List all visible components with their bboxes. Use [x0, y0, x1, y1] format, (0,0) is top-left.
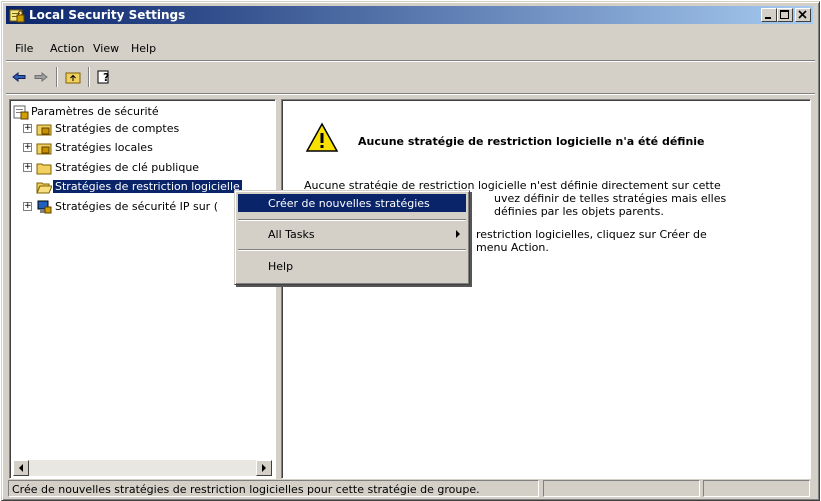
help-button[interactable]: ?: [94, 67, 116, 87]
svg-text:?: ?: [103, 71, 109, 84]
folder-lock-icon: [36, 124, 52, 136]
maximize-icon: [780, 10, 789, 19]
arrow-left-icon: [19, 464, 23, 472]
tree-label: Stratégies de comptes: [55, 122, 180, 135]
context-separator: [238, 219, 466, 221]
security-settings-icon: [9, 9, 25, 23]
back-button[interactable]: [8, 67, 30, 87]
content-pane: Aucune stratégie de restriction logiciel…: [281, 99, 811, 479]
context-item-help[interactable]: Help: [238, 257, 466, 275]
menu-action[interactable]: Action: [50, 42, 84, 55]
status-text: Crée de nouvelles stratégies de restrict…: [12, 483, 480, 496]
forward-arrow-icon: [34, 71, 48, 83]
expand-icon[interactable]: +: [23, 124, 32, 133]
toolbar-separator: [56, 67, 58, 87]
context-item-create-policies[interactable]: Créer de nouvelles stratégies: [238, 194, 466, 212]
forward-button[interactable]: [30, 67, 52, 87]
network-security-icon: [37, 200, 52, 214]
tree-label: Stratégies de restriction logicielle: [53, 180, 242, 193]
expand-icon[interactable]: +: [23, 202, 32, 211]
warning-icon: [305, 122, 339, 152]
tree-label: Paramètres de sécurité: [31, 105, 159, 118]
window-title: Local Security Settings: [29, 8, 186, 22]
scroll-left-button[interactable]: [13, 460, 29, 476]
status-cell: [543, 480, 700, 497]
tree-label: Stratégies de clé publique: [55, 161, 200, 174]
up-folder-icon: [65, 72, 81, 84]
folder-icon: [36, 163, 52, 175]
close-button[interactable]: [795, 8, 811, 22]
tree-pane[interactable]: Paramètres de sécurité + Stratégies de c…: [9, 99, 276, 479]
toolbar-separator: [88, 67, 90, 87]
title-bar[interactable]: Local Security Settings: [6, 6, 813, 24]
minimize-icon: [765, 17, 771, 19]
context-item-label: Créer de nouvelles stratégies: [268, 197, 430, 210]
expand-icon[interactable]: +: [23, 163, 32, 172]
security-settings-icon: [13, 105, 29, 120]
submenu-arrow-icon: [456, 230, 460, 238]
context-separator: [238, 249, 466, 251]
content-heading: Aucune stratégie de restriction logiciel…: [358, 135, 705, 148]
folder-lock-icon: [36, 143, 52, 155]
expand-icon[interactable]: +: [23, 143, 32, 152]
back-arrow-icon: [12, 71, 26, 83]
status-bar: Crée de nouvelles stratégies de restrict…: [6, 480, 815, 498]
scroll-right-button[interactable]: [256, 460, 272, 476]
minimize-button[interactable]: [761, 8, 777, 22]
tree-label: Stratégies locales: [55, 141, 153, 154]
menu-bar: File Action View Help: [6, 40, 813, 58]
arrow-right-icon: [262, 464, 266, 472]
folder-open-icon: [36, 182, 52, 194]
menu-view[interactable]: View: [93, 42, 119, 55]
context-menu: Créer de nouvelles stratégies All Tasks …: [234, 190, 470, 285]
menu-help[interactable]: Help: [131, 42, 156, 55]
main-window: Local Security Settings File Action View…: [1, 1, 820, 501]
menu-divider: [6, 60, 815, 62]
status-cell: [703, 480, 810, 497]
toolbar: ?: [6, 64, 813, 90]
context-item-all-tasks[interactable]: All Tasks: [238, 225, 466, 243]
tree-label: Stratégies de sécurité IP sur (: [55, 200, 218, 213]
status-text-cell: Crée de nouvelles stratégies de restrict…: [8, 480, 539, 497]
up-one-level-button[interactable]: [62, 67, 84, 87]
context-item-label: Help: [268, 260, 294, 273]
context-item-label: All Tasks: [268, 228, 315, 241]
horizontal-scrollbar[interactable]: [13, 460, 272, 476]
menu-file[interactable]: File: [15, 42, 33, 55]
toolbar-divider: [6, 93, 815, 95]
maximize-button[interactable]: [777, 8, 793, 22]
close-icon: [798, 10, 807, 19]
help-icon: ?: [97, 70, 109, 84]
